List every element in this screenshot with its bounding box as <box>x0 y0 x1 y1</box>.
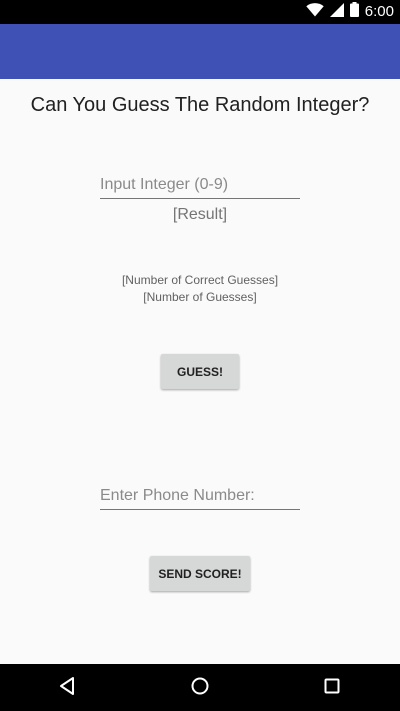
back-button[interactable] <box>54 674 82 702</box>
guess-button[interactable]: GUESS! <box>161 354 239 389</box>
recents-icon <box>322 676 342 701</box>
signal-icon <box>329 2 344 22</box>
navigation-bar <box>0 664 400 711</box>
home-icon <box>190 676 210 701</box>
status-icons: 6:00 <box>306 2 394 22</box>
status-bar: 6:00 <box>0 0 400 24</box>
back-icon <box>58 676 78 701</box>
main-content: Can You Guess The Random Integer? [Resul… <box>0 79 400 664</box>
total-guesses-text: [Number of Guesses] <box>143 290 257 304</box>
status-time: 6:00 <box>364 3 394 20</box>
phone-number-input[interactable] <box>100 483 300 510</box>
send-score-button[interactable]: SEND SCORE! <box>150 556 250 591</box>
result-text: [Result] <box>172 206 228 223</box>
recents-button[interactable] <box>318 674 346 702</box>
page-title: Can You Guess The Random Integer? <box>30 94 370 116</box>
guess-input[interactable] <box>100 172 300 199</box>
wifi-icon <box>306 2 324 22</box>
home-button[interactable] <box>186 674 214 702</box>
app-bar <box>0 24 400 79</box>
correct-guesses-text: [Number of Correct Guesses] <box>121 273 279 287</box>
battery-icon <box>349 2 359 22</box>
